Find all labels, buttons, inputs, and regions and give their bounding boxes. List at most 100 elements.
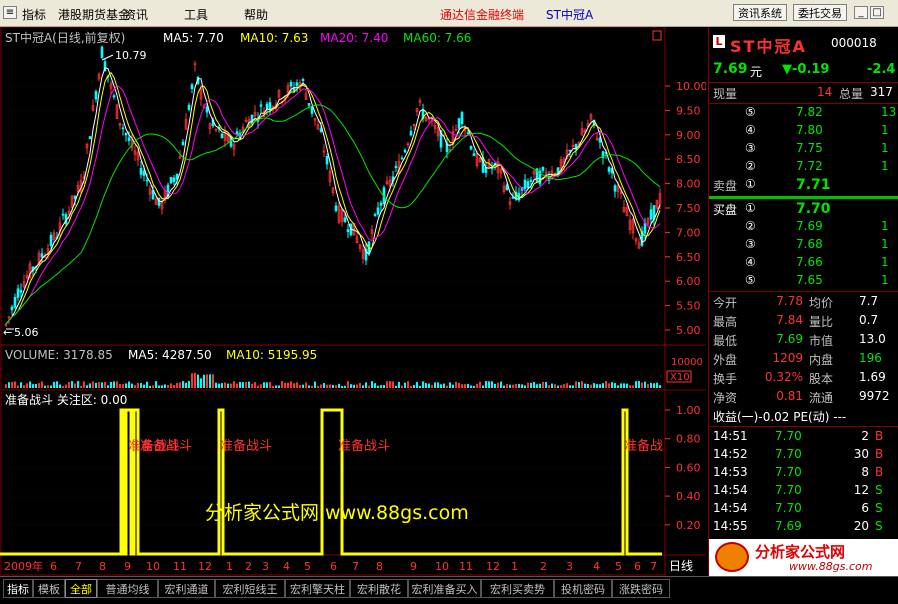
volume-bar xyxy=(449,382,451,388)
volume-bars xyxy=(5,373,661,388)
svg-text:←: ← xyxy=(3,326,12,339)
tab-10[interactable]: 投机密码 xyxy=(554,579,612,598)
ma20-label: MA20: 7.40 xyxy=(320,31,388,45)
tab-9[interactable]: 宏利买卖势 xyxy=(481,579,554,598)
candle-body xyxy=(523,179,527,190)
stat-label: 最高 xyxy=(713,315,738,329)
menu-help[interactable]: 帮助 xyxy=(244,6,268,23)
bid-row[interactable]: ② 7.69 1 xyxy=(709,219,898,237)
volume-bar xyxy=(371,381,373,388)
signal-label: 准备战斗 xyxy=(140,438,192,454)
tick-side: S xyxy=(875,501,883,515)
ask-price: 7.72 xyxy=(796,159,823,173)
minimize-icon[interactable]: _ xyxy=(854,6,868,19)
volume-bar xyxy=(617,385,619,388)
volume-bar xyxy=(80,385,82,388)
volume-bar xyxy=(491,381,493,388)
date-label: 10 xyxy=(435,560,449,573)
tick-time: 14:54 xyxy=(713,501,748,515)
candle-body xyxy=(469,145,473,150)
signal-label: 准备战斗 xyxy=(338,438,390,454)
volume-bar xyxy=(569,385,571,388)
volume-bar xyxy=(638,381,640,388)
volume-label: VOLUME: 3178.85 xyxy=(5,348,113,362)
stat-row: 今开 7.78 均价 7.7 xyxy=(709,294,898,312)
tab-11[interactable]: 涨跌密码 xyxy=(612,579,670,598)
menu-indicator[interactable]: 指标 xyxy=(22,6,46,23)
volume-bar xyxy=(500,381,502,388)
volume-bar xyxy=(506,384,508,388)
stat-value: 1.69 xyxy=(859,370,886,384)
bid-1-row[interactable]: 买盘 ① 7.70 xyxy=(709,201,898,219)
news-system-button[interactable]: 资讯系统 xyxy=(733,4,787,21)
bid-row[interactable]: ⑤ 7.65 1 xyxy=(709,273,898,291)
candle-body xyxy=(400,157,404,160)
ask-row[interactable]: ④ 7.80 1 xyxy=(709,123,898,141)
volume-bar xyxy=(563,384,565,388)
menu-news[interactable]: 资讯 xyxy=(124,6,148,23)
ask-row[interactable]: ② 7.72 1 xyxy=(709,159,898,177)
volume-bar xyxy=(245,382,247,388)
bid-row[interactable]: ④ 7.66 1 xyxy=(709,255,898,273)
candle-body xyxy=(394,165,398,168)
volume-bar xyxy=(206,374,208,388)
candle-body xyxy=(13,297,17,308)
price-tick-label: 7.00 xyxy=(676,226,701,239)
chart-expand-icon[interactable] xyxy=(652,30,662,41)
tab-0[interactable]: 指标 xyxy=(3,579,33,598)
tab-2[interactable]: 全部 xyxy=(65,579,97,598)
volume-bar xyxy=(599,384,601,388)
candle-body xyxy=(268,102,272,111)
ma10-label: MA10: 7.63 xyxy=(240,31,308,45)
menu-hk-futures-funds[interactable]: 港股期货基金 xyxy=(58,6,130,23)
volume-bar xyxy=(128,381,130,388)
ask-row[interactable]: ⑤ 7.82 13 xyxy=(709,105,898,123)
volume-bar xyxy=(263,382,265,388)
tab-1[interactable]: 模板 xyxy=(33,579,65,598)
tab-7[interactable]: 宏利散花 xyxy=(350,579,408,598)
date-label: 3 xyxy=(262,560,269,573)
tab-6[interactable]: 宏利擎天柱 xyxy=(285,579,350,598)
candle-body xyxy=(613,185,617,192)
price-tick-label: 9.50 xyxy=(676,104,701,117)
volume-bar xyxy=(149,385,151,388)
volume-bar xyxy=(554,384,556,388)
date-label: 7 xyxy=(75,560,82,573)
volume-bar xyxy=(473,385,475,388)
volume-bar xyxy=(236,383,238,388)
app-menu-icon[interactable]: ≡ xyxy=(3,6,17,19)
volume-bar xyxy=(11,381,13,388)
volume-bar xyxy=(170,383,172,388)
current-volume: 14 xyxy=(817,85,833,99)
ask-1-row[interactable]: 卖盘 ① 7.71 xyxy=(709,177,898,195)
logo-badge-icon xyxy=(715,542,749,572)
ask-row[interactable]: ③ 7.75 1 xyxy=(709,141,898,159)
volume-bar xyxy=(644,381,646,388)
last-price: 7.69 xyxy=(713,61,748,77)
trade-order-button[interactable]: 委托交易 xyxy=(793,4,847,21)
tab-4[interactable]: 宏利通道 xyxy=(158,579,215,598)
ask-volume: 1 xyxy=(881,159,889,173)
menu-tools[interactable]: 工具 xyxy=(184,6,208,23)
tab-5[interactable]: 宏利短线王 xyxy=(215,579,285,598)
volume-bar xyxy=(413,385,415,388)
bid-row[interactable]: ③ 7.68 1 xyxy=(709,237,898,255)
candle-body xyxy=(112,95,116,98)
volume-bar xyxy=(158,385,160,388)
ask-level: ④ xyxy=(745,123,756,137)
volume-bar xyxy=(581,381,583,388)
tab-8[interactable]: 宏利准备买入 xyxy=(408,579,481,598)
tick-time: 14:52 xyxy=(713,447,748,461)
volume-bar xyxy=(350,384,352,388)
restore-icon[interactable]: □ xyxy=(870,6,884,19)
candle-body xyxy=(169,177,173,184)
stat-value: 7.69 xyxy=(776,332,803,346)
volume-bar xyxy=(392,381,394,388)
indicator-title: 准备战斗 关注区: 0.00 xyxy=(5,392,127,407)
tick-price: 7.70 xyxy=(775,447,802,461)
volume-bar xyxy=(389,381,391,388)
chart-area[interactable]: ST中冠A(日线,前复权) MA5: 7.70 MA10: 7.63 MA20:… xyxy=(0,26,708,576)
tab-3[interactable]: 普通均线 xyxy=(97,579,158,598)
period-label[interactable]: 日线 xyxy=(669,559,693,573)
date-label: 2 xyxy=(245,560,252,573)
